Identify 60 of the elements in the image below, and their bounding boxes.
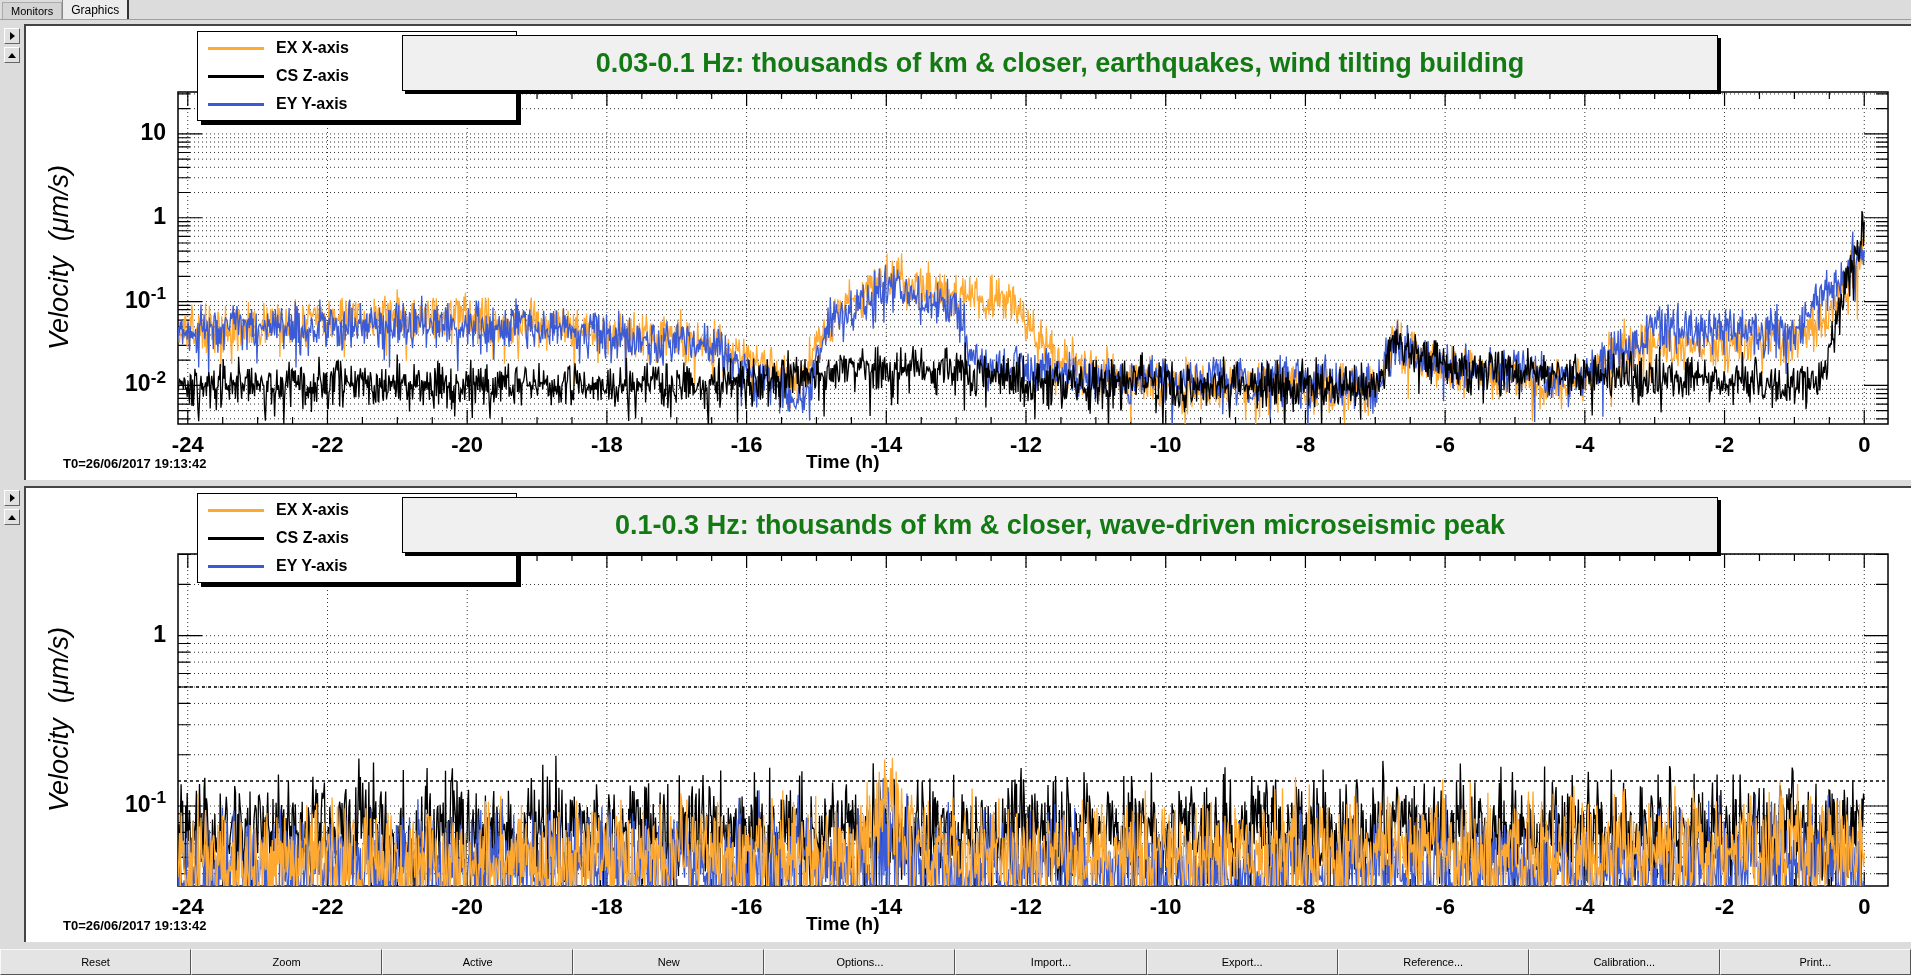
timestamp-label: T0=26/06/2017 19:13:42 — [63, 457, 207, 470]
y-tick-label: 10$^{-1}$ — [124, 792, 166, 816]
y-tick-label: 10$^{-1}$ — [124, 288, 166, 312]
x-tick-label: -24 — [170, 896, 205, 918]
toolbar-button[interactable]: Zoom — [191, 949, 383, 975]
y-axis-label: Velocity (μm/s) — [45, 626, 73, 814]
legend-label: EX X-axis — [276, 500, 349, 520]
panel-toggle-button[interactable] — [4, 509, 20, 525]
toolbar-button[interactable]: Export... — [1146, 949, 1338, 975]
chart-title: 0.1-0.3 Hz: thousands of km & closer, wave-driven microseismic peak — [402, 497, 1718, 553]
x-tick-label: -12 — [1009, 434, 1043, 456]
x-tick-label: -20 — [450, 434, 485, 456]
timestamp-label: T0=26/06/2017 19:13:42 — [63, 919, 207, 932]
x-tick-label: -18 — [590, 434, 624, 456]
toolbar-button[interactable]: New — [573, 949, 765, 975]
legend-label: CS Z-axis — [276, 66, 349, 86]
toolbar-button[interactable]: Calibration... — [1528, 949, 1720, 975]
x-tick-label: -2 — [1713, 434, 1736, 456]
right-triangle-icon — [7, 31, 17, 41]
x-tick-label: -6 — [1434, 434, 1456, 456]
x-tick-label: -10 — [1148, 896, 1183, 918]
x-tick-label: -12 — [1009, 896, 1043, 918]
x-tick-label: -22 — [310, 434, 345, 456]
toolbar-button[interactable]: Import... — [955, 949, 1147, 975]
y-axis-label: Velocity (μm/s) — [45, 164, 73, 352]
x-tick-label: -18 — [590, 896, 624, 918]
x-tick-label: -24 — [170, 434, 205, 456]
x-tick-label: -22 — [310, 896, 345, 918]
panel-toggle-button[interactable] — [4, 490, 20, 506]
x-tick-label: -2 — [1713, 896, 1736, 918]
x-tick-label: 0 — [1857, 434, 1872, 456]
chart-title: 0.03-0.1 Hz: thousands of km & closer, earthquakes, wind tilting building — [402, 35, 1718, 91]
x-tick-label: -6 — [1434, 896, 1456, 918]
tab[interactable]: Monitors — [2, 2, 63, 19]
y-tick-label: 10 — [139, 120, 166, 144]
y-tick-label: 1 — [152, 622, 166, 646]
x-tick-label: -8 — [1294, 434, 1317, 456]
x-tick-label: -20 — [450, 896, 485, 918]
toolbar-button[interactable]: Active — [382, 949, 574, 975]
x-tick-label: -4 — [1574, 434, 1596, 456]
x-tick-label: -4 — [1574, 896, 1596, 918]
tab[interactable]: Graphics — [62, 0, 130, 19]
right-triangle-icon — [7, 493, 17, 503]
x-tick-label: -10 — [1148, 434, 1183, 456]
legend-label: EY Y-axis — [276, 556, 348, 576]
x-tick-label: -16 — [729, 896, 764, 918]
x-tick-label: 0 — [1857, 896, 1872, 918]
toolbar-button[interactable]: Options... — [764, 949, 956, 975]
legend-label: EY Y-axis — [276, 94, 348, 114]
y-tick-label: 1 — [152, 204, 166, 228]
toolbar-button[interactable]: Reset — [0, 949, 192, 975]
legend-label: EX X-axis — [276, 38, 349, 58]
toolbar-button[interactable]: Print... — [1719, 949, 1911, 975]
toolbar-button[interactable]: Reference... — [1337, 949, 1529, 975]
panel-toggle-button[interactable] — [4, 47, 20, 63]
x-tick-label: -8 — [1294, 896, 1317, 918]
y-tick-label: 10$^{-2}$ — [124, 372, 166, 396]
panel-toggle-button[interactable] — [4, 28, 20, 44]
x-tick-label: -16 — [729, 434, 764, 456]
legend-label: CS Z-axis — [276, 528, 349, 548]
